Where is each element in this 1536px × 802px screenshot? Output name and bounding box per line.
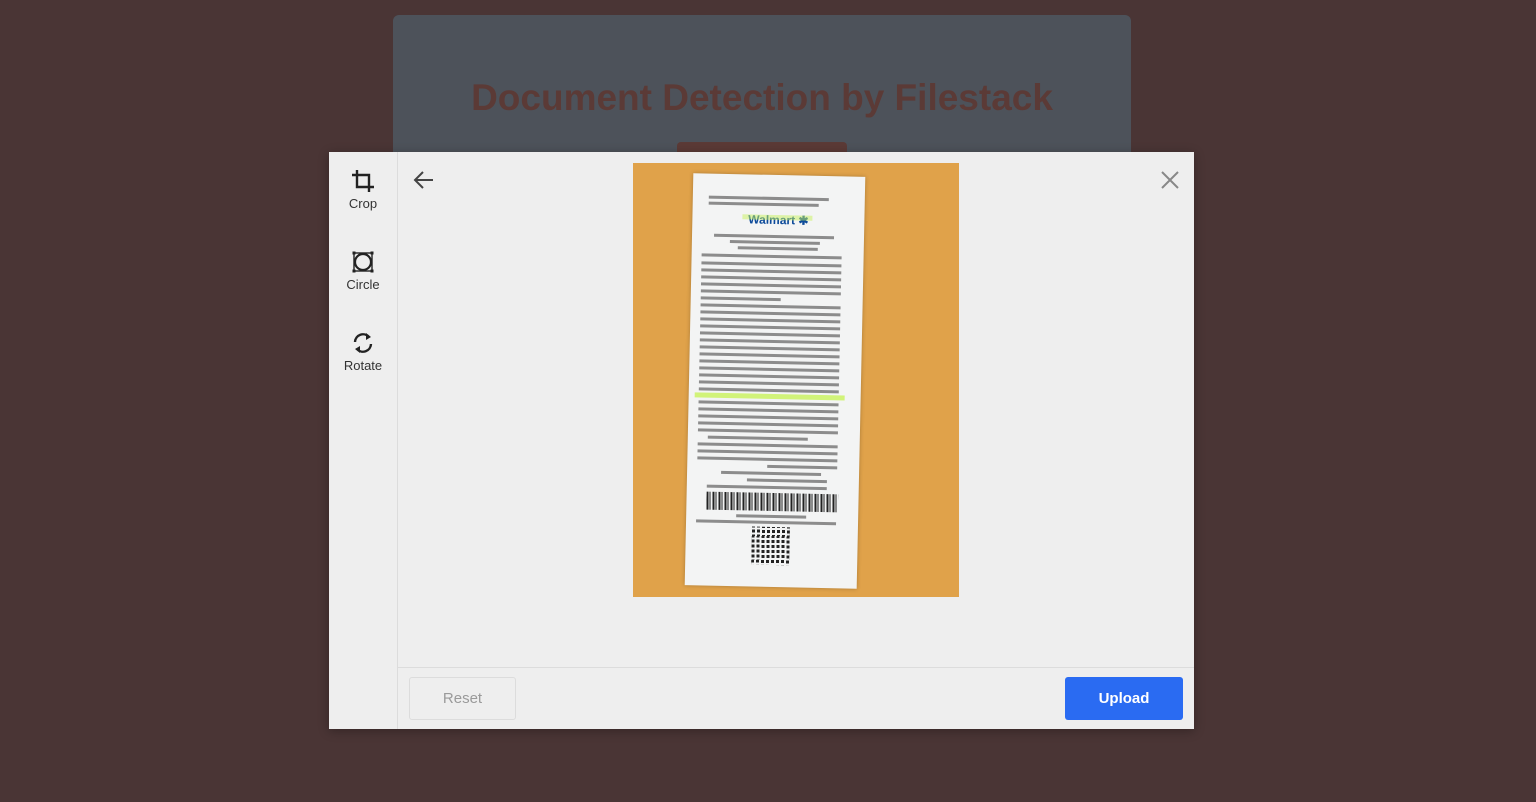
upload-button[interactable]: Upload: [1065, 677, 1183, 720]
rotate-label: Rotate: [343, 358, 383, 373]
crop-icon: [350, 168, 376, 194]
receipt-barcode: [706, 491, 839, 513]
circle-icon: [350, 249, 376, 275]
rotate-icon: [350, 330, 376, 356]
page-title: Document Detection by Filestack: [471, 77, 1053, 118]
receipt-photo: Walmart ✱: [684, 173, 866, 589]
close-icon: [1161, 171, 1179, 189]
document-image: Walmart ✱: [633, 163, 959, 597]
arrow-left-icon: [413, 171, 433, 189]
crop-tool-button[interactable]: Crop: [329, 168, 397, 211]
reset-button[interactable]: Reset: [409, 677, 516, 720]
rotate-tool-button[interactable]: Rotate: [329, 330, 397, 373]
crop-label: Crop: [348, 196, 378, 211]
back-button[interactable]: [412, 168, 436, 192]
circle-tool-button[interactable]: Circle: [329, 249, 397, 292]
modal-footer: Reset Upload: [398, 667, 1194, 730]
receipt-qr-code: [751, 526, 790, 566]
tool-sidebar: Crop Circle Rotate: [329, 152, 398, 729]
close-button[interactable]: [1158, 168, 1182, 192]
circle-label: Circle: [346, 277, 380, 292]
image-editor-modal: Crop Circle Rotate Reset Upload: [329, 152, 1194, 729]
